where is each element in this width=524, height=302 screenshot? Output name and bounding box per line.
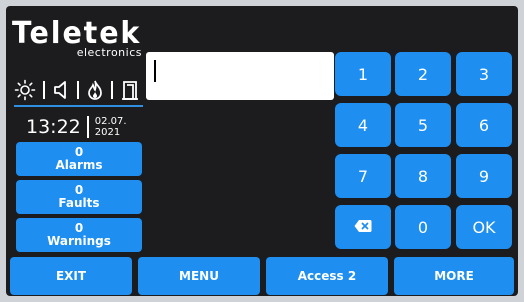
- key-5[interactable]: 5: [395, 103, 451, 147]
- menu-button[interactable]: MENU: [138, 257, 260, 295]
- fire-icon: [86, 79, 104, 101]
- status-underline: [14, 105, 143, 107]
- code-input-field[interactable]: [146, 52, 334, 100]
- backspace-icon: [354, 218, 372, 237]
- clock-date: 02.07. 2021: [95, 116, 127, 138]
- key-7[interactable]: 7: [335, 154, 391, 198]
- clock-time: 13:22: [26, 116, 81, 138]
- ok-button[interactable]: OK: [456, 205, 512, 249]
- status-icons: [14, 78, 142, 102]
- text-cursor: [154, 60, 156, 82]
- clock-separator: [86, 116, 89, 138]
- light-sun-icon: [14, 79, 36, 101]
- panel-screen: Teletek electronics 13:22 02.07. 2021 0 …: [6, 6, 518, 296]
- faults-label: Faults: [58, 196, 100, 210]
- exit-button[interactable]: EXIT: [10, 257, 132, 295]
- status-separator: [111, 81, 113, 99]
- backspace-button[interactable]: [335, 205, 391, 249]
- key-0[interactable]: 0: [395, 205, 451, 249]
- teletek-logo: Teletek electronics: [12, 16, 142, 59]
- key-6[interactable]: 6: [456, 103, 512, 147]
- clock-date-day-month: 02.07.: [94, 116, 127, 127]
- faults-button[interactable]: 0 Faults: [16, 180, 142, 214]
- key-8[interactable]: 8: [395, 154, 451, 198]
- key-9[interactable]: 9: [456, 154, 512, 198]
- alarms-label: Alarms: [55, 158, 103, 172]
- clock: 13:22 02.07. 2021: [26, 112, 127, 142]
- warnings-label: Warnings: [47, 234, 111, 248]
- clock-date-year: 2021: [94, 127, 121, 138]
- alarms-button[interactable]: 0 Alarms: [16, 142, 142, 176]
- access-level-button[interactable]: Access 2: [266, 257, 388, 295]
- door-icon: [120, 79, 140, 101]
- key-1[interactable]: 1: [335, 52, 391, 96]
- warnings-button[interactable]: 0 Warnings: [16, 218, 142, 252]
- logo-name: Teletek: [12, 16, 142, 51]
- status-separator: [43, 81, 45, 99]
- more-button[interactable]: MORE: [394, 257, 514, 295]
- key-4[interactable]: 4: [335, 103, 391, 147]
- key-3[interactable]: 3: [456, 52, 512, 96]
- status-separator: [77, 81, 79, 99]
- key-2[interactable]: 2: [395, 52, 451, 96]
- speaker-icon: [52, 79, 70, 101]
